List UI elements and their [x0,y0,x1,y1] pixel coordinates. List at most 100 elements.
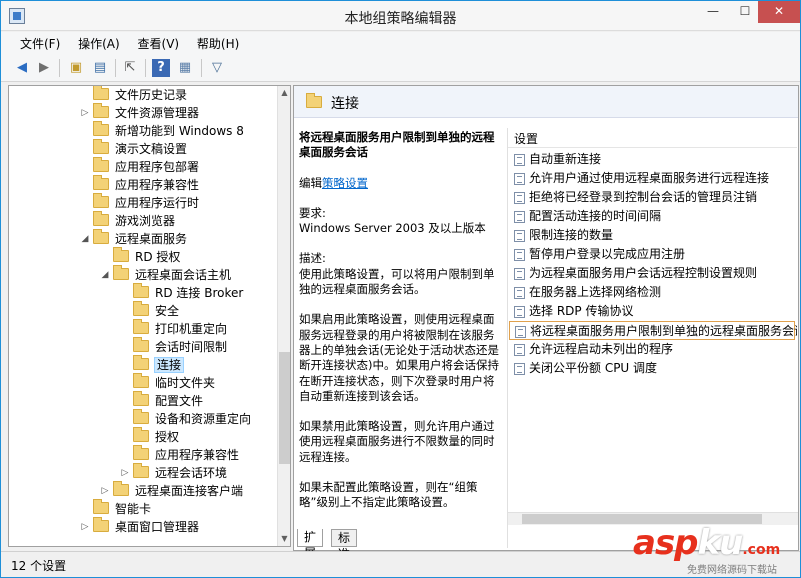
tree-node-label: 文件历史记录 [115,88,188,102]
tree-node-label: 智能卡 [115,502,152,516]
setting-item[interactable]: 自动重新连接 [509,150,795,169]
tree-node[interactable]: 连接 [133,355,185,374]
tree-node[interactable]: 新增功能到 Windows 8 [93,121,244,140]
setting-item[interactable]: 在服务器上选择网络检测 [509,283,795,302]
tree-scrollbar[interactable]: ▲ ▼ [277,86,290,546]
tree-node[interactable]: ◢ 远程桌面会话主机 [102,265,231,284]
setting-item[interactable]: 暂停用户登录以完成应用注册 [509,245,795,264]
description-enabled: 如果启用此策略设置，则使用远程桌面服务远程登录的用户将被限制在该服务器上的单独会… [299,312,499,403]
expander-icon[interactable]: ▷ [79,518,91,536]
menu-view[interactable]: 查看(V) [131,32,187,55]
tree-node[interactable]: ▷ 桌面窗口管理器 [82,517,199,536]
setting-item[interactable]: 关闭公平份额 CPU 调度 [509,359,795,378]
watermark-text-a: asp [633,523,699,563]
requirements: 要求: Windows Server 2003 及以上版本 [299,205,486,236]
expander-icon[interactable]: ◢ [99,266,111,284]
minimize-button[interactable]: — [698,1,728,23]
tree-node[interactable]: 应用程序兼容性 [93,175,200,194]
policy-setting-icon [514,268,525,280]
tree-node[interactable]: 配置文件 [133,391,203,410]
menu-help[interactable]: 帮助(H) [190,32,246,55]
folder-icon [133,409,149,424]
tree-node[interactable]: 安全 [133,301,179,320]
tree-node[interactable]: 应用程序运行时 [93,193,199,212]
up-folder-icon[interactable]: ▣ [67,59,85,77]
policy-setting-icon [514,192,525,204]
expander-icon[interactable]: ▷ [79,104,91,122]
scroll-down-icon[interactable]: ▼ [278,532,290,546]
tree-node-label: 授权 [155,430,180,444]
tree-node-label: 远程桌面服务 [115,232,188,246]
setting-label: 关闭公平份额 CPU 调度 [529,361,658,375]
scroll-up-icon[interactable]: ▲ [278,86,290,100]
policy-setting-icon [515,326,526,338]
tree-node[interactable]: 会话时间限制 [133,337,227,356]
setting-item[interactable]: 为远程桌面服务用户会话远程控制设置规则 [509,264,795,283]
tree-node-label: RD 授权 [135,250,181,264]
tree-node[interactable]: 打印机重定向 [133,319,227,338]
maximize-button[interactable]: ☐ [730,1,760,23]
expander-icon[interactable]: ▷ [99,482,111,500]
tree-node[interactable]: 授权 [133,427,180,446]
tree-node[interactable]: 应用程序包部署 [93,157,199,176]
menu-action[interactable]: 操作(A) [71,32,127,55]
tree-node[interactable]: ◢ 远程桌面服务 [82,229,188,248]
folder-icon [306,93,322,108]
window: 本地组策略编辑器 — ☐ ✕ 文件(F) 操作(A) 查看(V) 帮助(H) ◀… [0,0,801,578]
tree-node[interactable]: 游戏浏览器 [93,211,175,230]
setting-item[interactable]: 允许用户通过使用远程桌面服务进行远程连接 [509,169,795,188]
folder-icon [93,229,109,244]
help-icon[interactable]: ? [152,59,170,77]
tree-node[interactable]: 设备和资源重定向 [133,409,251,428]
edit-policy-link[interactable]: 策略设置 [322,176,368,190]
filter-icon[interactable]: ▽ [208,59,226,77]
watermark-text-b: ku [697,523,744,563]
settings-list[interactable]: 设置 自动重新连接 允许用户通过使用远程桌面服务进行远程连接 拒绝将已经登录到控制台… [507,128,797,548]
toolbar: ◀ ▶ ▣ ▤ ⇱ ? ▦ ▽ [1,54,800,82]
tree-node-label: 临时文件夹 [155,376,216,390]
folder-icon [113,481,129,496]
setting-item[interactable]: 选择 RDP 传输协议 [509,302,795,321]
setting-item[interactable]: 配置活动连接的时间间隔 [509,207,795,226]
close-button[interactable]: ✕ [758,1,800,23]
tab-standard[interactable]: 标准 [331,529,358,561]
scroll-thumb[interactable] [279,352,290,464]
forward-arrow-icon[interactable]: ▶ [35,59,53,77]
column-header-setting[interactable]: 设置 [508,130,797,148]
tree-pane[interactable]: ▲ ▼ 文件历史记录 ▷ 文件资源管理器 新增功能到 Windows 8 演示文稿设置应… [8,85,291,547]
tree-node[interactable]: 文件历史记录 [93,86,187,104]
tree-node[interactable]: ▷ 文件资源管理器 [82,103,199,122]
folder-icon [93,499,109,514]
tree-node-label: RD 连接 Broker [155,286,244,300]
setting-item[interactable]: 允许远程启动未列出的程序 [509,340,795,359]
policy-setting-icon [514,154,525,166]
setting-item[interactable]: 将远程桌面服务用户限制到单独的远程桌面服务会话 [509,321,797,340]
folder-icon [133,355,149,370]
tree-node-label: 新增功能到 Windows 8 [115,124,244,138]
tree-node[interactable]: RD 授权 [113,247,181,266]
tree-node[interactable]: 演示文稿设置 [93,139,187,158]
tree-node[interactable]: ▷ 远程桌面连接客户端 [102,481,244,500]
properties-icon[interactable]: ▦ [176,59,194,77]
export-list-icon[interactable]: ⇱ [121,59,139,77]
tree-node[interactable]: ▷ 远程会话环境 [122,463,227,482]
tree-node[interactable]: 智能卡 [93,499,152,518]
back-arrow-icon[interactable]: ◀ [13,59,31,77]
status-text: 12 个设置 [11,559,67,573]
menu-bar: 文件(F) 操作(A) 查看(V) 帮助(H) [1,32,800,54]
tree-node[interactable]: 临时文件夹 [133,373,216,392]
show-hide-tree-icon[interactable]: ▤ [91,59,109,77]
menu-file[interactable]: 文件(F) [13,32,67,55]
setting-label: 允许远程启动未列出的程序 [529,342,674,356]
setting-item[interactable]: 拒绝将已经登录到控制台会话的管理员注销 [509,188,795,207]
expander-icon[interactable]: ◢ [79,230,91,248]
expander-icon[interactable]: ▷ [119,464,131,482]
title-bar: 本地组策略编辑器 — ☐ ✕ [1,1,800,31]
tree-node-label: 应用程序兼容性 [115,178,200,192]
tab-extended[interactable]: 扩展 [297,529,324,560]
tree-node[interactable]: 应用程序兼容性 [133,445,239,464]
tree-node[interactable]: RD 连接 Broker [133,283,244,302]
folder-icon [133,319,149,334]
tree-node-label: 远程桌面连接客户端 [135,484,244,498]
setting-item[interactable]: 限制连接的数量 [509,226,795,245]
